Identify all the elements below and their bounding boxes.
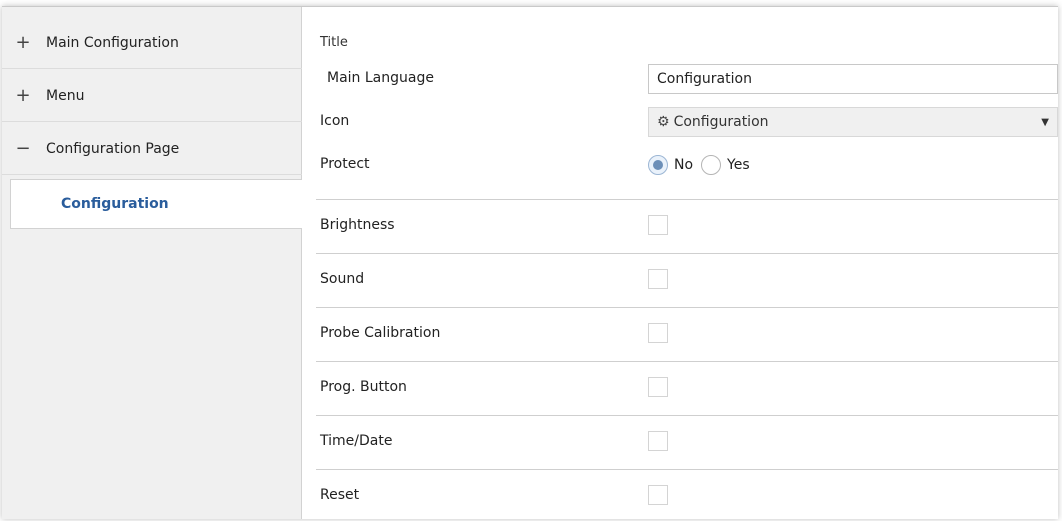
- sidebar-item-configuration[interactable]: Configuration: [10, 179, 302, 229]
- main-panel: Title Main Language Icon ⚙ Configuration…: [303, 7, 1058, 519]
- sidebar-item-label: Menu: [46, 87, 85, 104]
- reset-checkbox[interactable]: [648, 485, 668, 505]
- divider: [316, 361, 1058, 362]
- divider: [316, 307, 1058, 308]
- main-language-input[interactable]: [648, 64, 1058, 94]
- protect-label: Protect: [320, 156, 370, 172]
- time-date-label: Time/Date: [320, 433, 393, 449]
- radio-indicator: [648, 155, 668, 175]
- sound-label: Sound: [320, 271, 365, 287]
- radio-label: No: [674, 157, 694, 173]
- collapse-icon: −: [15, 137, 31, 159]
- expand-icon: +: [15, 84, 31, 106]
- divider: [316, 469, 1058, 470]
- sidebar-item-configuration-page[interactable]: − Configuration Page: [2, 123, 302, 175]
- chevron-down-icon: ▼: [1041, 116, 1049, 128]
- sidebar-item-label: Configuration Page: [46, 140, 180, 157]
- divider: [316, 253, 1058, 254]
- sidebar-item-main-configuration[interactable]: + Main Configuration: [2, 17, 302, 69]
- gear-icon: ⚙: [657, 114, 670, 130]
- brightness-label: Brightness: [320, 217, 395, 233]
- main-language-label: Main Language: [327, 70, 434, 86]
- radio-label: Yes: [727, 157, 750, 173]
- radio-indicator: [701, 155, 722, 175]
- protect-radio-yes[interactable]: Yes: [701, 155, 750, 175]
- protect-radio-no[interactable]: No: [648, 155, 693, 175]
- divider: [316, 415, 1058, 416]
- sidebar-item-label: Configuration: [61, 196, 169, 212]
- icon-select-value: Configuration: [673, 114, 769, 130]
- sidebar-item-label: Main Configuration: [46, 34, 179, 51]
- icon-label: Icon: [320, 113, 350, 129]
- prog-button-checkbox[interactable]: [648, 377, 668, 397]
- title-section-label: Title: [320, 35, 348, 50]
- brightness-checkbox[interactable]: [648, 215, 668, 235]
- sidebar-item-menu[interactable]: + Menu: [2, 70, 302, 122]
- probe-calibration-label: Probe Calibration: [320, 325, 441, 341]
- prog-button-label: Prog. Button: [320, 379, 407, 395]
- sound-checkbox[interactable]: [648, 269, 668, 289]
- app-window: + Main Configuration + Menu − Configurat…: [2, 6, 1058, 519]
- icon-select[interactable]: ⚙ Configuration ▼: [648, 107, 1058, 137]
- divider: [316, 199, 1058, 200]
- time-date-checkbox[interactable]: [648, 431, 668, 451]
- expand-icon: +: [15, 31, 31, 53]
- probe-calibration-checkbox[interactable]: [648, 323, 668, 343]
- reset-label: Reset: [320, 487, 360, 503]
- sidebar: + Main Configuration + Menu − Configurat…: [2, 7, 302, 519]
- protect-radio-group: No Yes: [648, 150, 758, 180]
